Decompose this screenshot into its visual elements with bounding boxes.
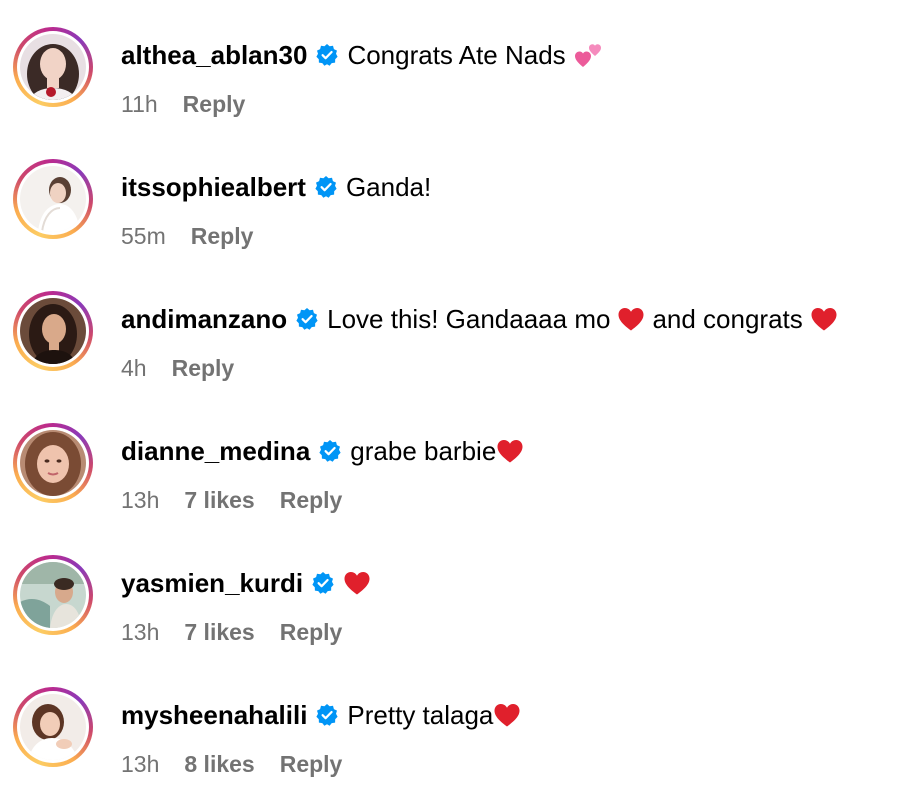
avatar[interactable] <box>13 423 93 503</box>
avatar[interactable] <box>13 27 93 107</box>
red-heart-icon <box>617 306 645 332</box>
avatar-photo <box>20 562 86 628</box>
red-heart-icon <box>810 306 838 332</box>
username[interactable]: andimanzano <box>121 304 287 335</box>
comment-timestamp: 13h <box>121 618 160 645</box>
comment-text: Congrats Ate Nads <box>347 39 566 70</box>
comment-text: Pretty talaga <box>347 699 494 730</box>
username[interactable]: mysheenahalili <box>121 700 307 731</box>
username[interactable]: itssophiealbert <box>121 172 306 203</box>
reply-button[interactable]: Reply <box>172 355 235 382</box>
comment-timestamp: 13h <box>121 750 160 777</box>
comment-text: Love this! Gandaaaa mo <box>327 303 611 334</box>
verified-badge-icon <box>315 703 339 727</box>
avatar-photo <box>20 34 86 100</box>
red-heart-icon <box>493 702 521 728</box>
avatar-photo <box>20 166 86 232</box>
avatar-photo <box>20 694 86 760</box>
verified-badge-icon <box>311 571 335 595</box>
avatar-photo <box>20 430 86 496</box>
comment-timestamp: 55m <box>121 222 166 249</box>
avatar[interactable] <box>13 159 93 239</box>
avatar[interactable] <box>13 555 93 635</box>
reply-button[interactable]: Reply <box>191 223 254 250</box>
verified-badge-icon <box>318 439 342 463</box>
username[interactable]: dianne_medina <box>121 436 310 467</box>
comment-text: Ganda! <box>345 171 432 202</box>
likes-count[interactable]: 8 likes <box>184 751 254 778</box>
comment-timestamp: 13h <box>121 486 160 513</box>
comment-text-continued: and congrats <box>652 303 803 334</box>
likes-count[interactable]: 7 likes <box>184 619 254 646</box>
reply-button[interactable]: Reply <box>280 487 343 514</box>
comment-item: mysheenahalili Pretty talaga 13h 8 likes… <box>0 660 922 792</box>
red-heart-icon <box>496 438 524 464</box>
avatar[interactable] <box>13 687 93 767</box>
comment-timestamp: 11h <box>121 90 158 117</box>
comment-item: althea_ablan30 Congrats Ate Nads 11h Rep… <box>0 0 922 132</box>
reply-button[interactable]: Reply <box>280 751 343 778</box>
username[interactable]: yasmien_kurdi <box>121 568 303 599</box>
comment-item: yasmien_kurdi 13h 7 likes Reply <box>0 528 922 660</box>
verified-badge-icon <box>295 307 319 331</box>
reply-button[interactable]: Reply <box>280 619 343 646</box>
comment-text: grabe barbie <box>350 435 497 466</box>
red-heart-icon <box>343 570 371 596</box>
verified-badge-icon <box>315 43 339 67</box>
username[interactable]: althea_ablan30 <box>121 40 307 71</box>
comment-item: andimanzano Love this! Gandaaaa mo and c… <box>0 264 922 396</box>
comment-item: dianne_medina grabe barbie 13h 7 likes R… <box>0 396 922 528</box>
avatar-photo <box>20 298 86 364</box>
avatar[interactable] <box>13 291 93 371</box>
comment-timestamp: 4h <box>121 354 147 381</box>
reply-button[interactable]: Reply <box>183 91 246 118</box>
verified-badge-icon <box>314 175 338 199</box>
two-hearts-icon <box>574 41 604 69</box>
likes-count[interactable]: 7 likes <box>184 487 254 514</box>
comment-item: itssophiealbert Ganda! 55m Reply <box>0 132 922 264</box>
